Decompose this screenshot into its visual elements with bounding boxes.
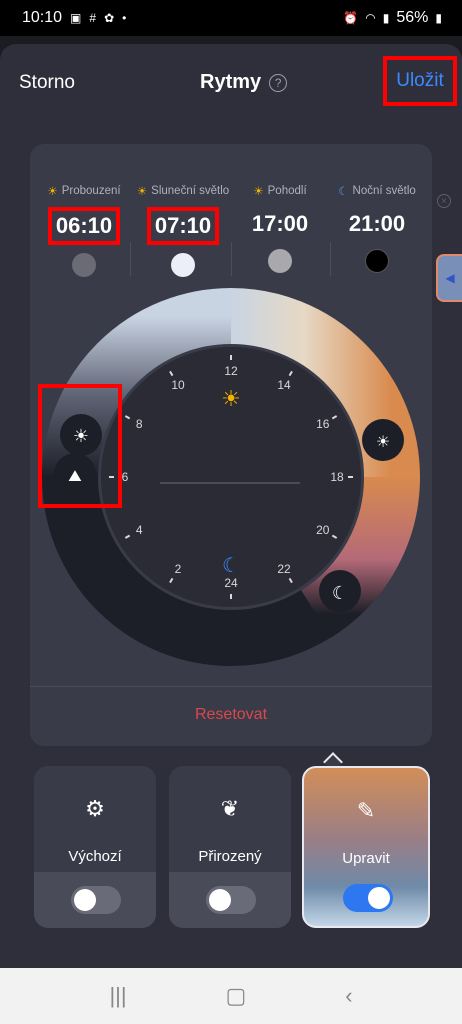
mode-default-label: Výchozí [68,848,122,865]
dot-icon: • [122,11,127,25]
moon-icon: ☾ [332,583,348,603]
hour-label-20: 20 [316,523,330,537]
signal-icon: ▮ [382,11,390,25]
mode-natural-footer [169,872,291,928]
mode-default-footer [34,872,156,928]
hour-label-2: 2 [175,562,182,576]
toggle-knob [74,889,96,911]
gear-icon: ⚙ [85,796,105,821]
rhythm-card: ☀ Probouzení 06:10 ☀ Sluneční světlo 07:10… [30,144,432,746]
leaf-icon: ❦ [220,796,240,821]
sun-icon: ☀ [73,426,89,446]
recent-apps-icon[interactable]: ||| [109,983,126,1009]
rhythm-dial[interactable]: 12141618202224246810 ☀ ☾ ☀ ⛰ ☀ ☾ [30,144,432,684]
rhythms-sheet: Storno Rytmy ? Uložit × ◀ ☀ Probouzení 06… [0,44,462,968]
mode-default-toggle[interactable] [71,886,121,914]
back-icon[interactable]: ‹ [345,983,352,1009]
hour-label-8: 8 [136,417,143,431]
save-button[interactable]: Uložit [383,56,457,106]
sunset-icon: ☀ [376,434,390,451]
flower-icon: ✿ [104,11,115,25]
mode-natural[interactable]: ❦ Přirozený [169,766,291,928]
mode-custom-toggle[interactable] [343,884,393,912]
reset-button[interactable]: Resetovat [30,706,432,724]
wifi-icon: ◠ [365,11,376,25]
mode-selector: ⚙ Výchozí ❦ Přirozený ✎ Upravit [34,766,430,932]
pencil-icon: ✎ [356,798,376,823]
help-icon[interactable]: ? [269,73,288,92]
alarm-icon: ⏰ [343,11,359,25]
hour-label-12: 12 [224,364,238,378]
battery-icon: ▮ [435,11,442,25]
chevron-left-icon: ◀ [445,271,455,285]
slack-icon: # [89,11,97,25]
hour-label-24: 24 [224,576,238,590]
save-label: Uložit [396,70,444,91]
mode-custom-footer [304,870,428,926]
hour-label-10: 10 [171,378,185,392]
hour-label-18: 18 [330,470,344,484]
toggle-knob [368,887,390,909]
cancel-button[interactable]: Storno [19,72,75,94]
battery-level: 56% [396,9,429,26]
page-title: Rytmy [200,71,262,93]
mode-natural-toggle[interactable] [206,886,256,914]
android-nav-bar: ||| ▢ ‹ [0,968,462,1024]
sun-icon: ☀ [221,386,241,411]
title-wrap: Rytmy ? [200,71,288,94]
close-icon[interactable]: × [437,194,451,208]
mode-default[interactable]: ⚙ Výchozí [34,766,156,928]
hour-label-22: 22 [277,562,291,576]
mode-custom[interactable]: ✎ Upravit [302,766,430,928]
header: Storno Rytmy ? Uložit [0,44,462,122]
moon-icon: ☾ [222,555,240,577]
mode-custom-label: Upravit [342,850,390,867]
divider [30,686,432,687]
gallery-icon: ▣ [70,11,82,25]
sunrise-icon: ⛰ [68,468,82,485]
status-bar: 10:10 ▣ # ✿ • ⏰ ◠ ▮ 56% ▮ [0,0,462,36]
status-time: 10:10 [22,9,63,26]
hour-label-4: 4 [136,523,143,537]
hour-label-14: 14 [277,378,291,392]
toggle-knob [209,889,231,911]
mode-natural-label: Přirozený [198,848,262,865]
hour-label-16: 16 [316,417,330,431]
hour-label-6: 6 [122,470,129,484]
home-icon[interactable]: ▢ [226,983,247,1009]
edge-panel-handle[interactable]: ◀ [436,254,462,302]
